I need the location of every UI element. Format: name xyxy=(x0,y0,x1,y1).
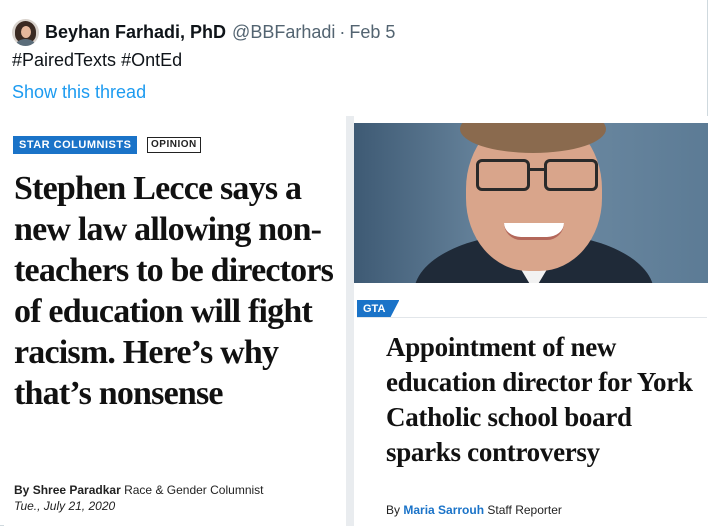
photo-glasses-right xyxy=(544,159,598,191)
left-article-clipping: STAR COLUMNISTS OPINION Stephen Lecce sa… xyxy=(4,116,346,526)
avatar-face xyxy=(21,25,31,38)
hashtag-pairedtexts[interactable]: #PairedTexts xyxy=(12,50,116,70)
left-headline: Stephen Lecce says a new law allowing no… xyxy=(14,170,334,412)
show-thread-link[interactable]: Show this thread xyxy=(12,82,146,103)
gta-badge: GTA xyxy=(357,300,400,318)
photo-mouth xyxy=(504,223,564,240)
photo-glasses-bridge xyxy=(527,168,544,171)
opinion-badge: OPINION xyxy=(147,137,201,153)
header-separator: · xyxy=(339,21,346,42)
author-name[interactable]: Beyhan Farhadi, PhD xyxy=(45,22,226,43)
panel-divider xyxy=(346,116,354,526)
photo-glasses-left xyxy=(476,159,530,191)
left-byline: By Shree Paradkar Race & Gender Columnis… xyxy=(14,483,264,497)
section-rule xyxy=(357,317,707,318)
author-handle[interactable]: @BBFarhadi xyxy=(232,22,335,43)
left-byline-prefix: By xyxy=(14,483,30,497)
left-byline-author: Shree Paradkar xyxy=(32,483,121,497)
tweet-date[interactable]: Feb 5 xyxy=(349,22,395,43)
right-byline-prefix: By xyxy=(386,503,401,517)
portrait-photo xyxy=(354,123,708,283)
tweet-text: #PairedTexts #OntEd xyxy=(12,50,187,71)
right-article-clipping: GTA Appointment of new education directo… xyxy=(354,116,708,526)
left-article-date: Tue., July 21, 2020 xyxy=(14,499,116,513)
right-byline-author: Maria Sarrouh xyxy=(403,503,485,517)
right-headline: Appointment of new education director fo… xyxy=(386,332,693,467)
attached-image[interactable]: STAR COLUMNISTS OPINION Stephen Lecce sa… xyxy=(4,116,708,526)
left-byline-role: Race & Gender Columnist xyxy=(124,483,264,497)
avatar[interactable] xyxy=(12,18,39,46)
star-columnists-badge: STAR COLUMNISTS xyxy=(13,136,138,154)
right-byline: By Maria Sarrouh Staff Reporter xyxy=(386,503,562,517)
right-byline-role: Staff Reporter xyxy=(487,503,562,517)
hashtag-onted[interactable]: #OntEd xyxy=(121,50,182,70)
tweet-header: Beyhan Farhadi, PhD @BBFarhadi · Feb 5 xyxy=(12,17,395,47)
